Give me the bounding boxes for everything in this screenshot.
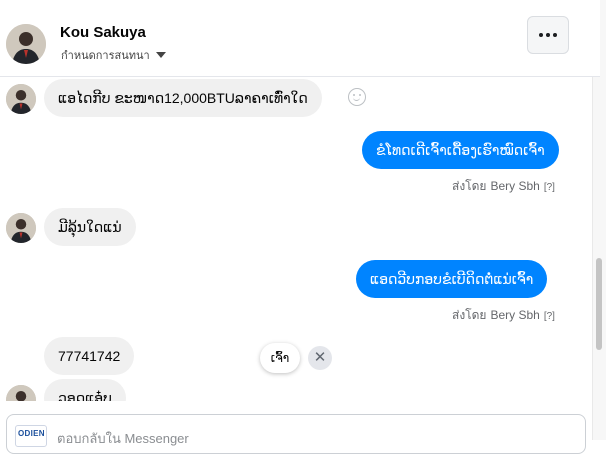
conversation-header: Kou Sakuya กำหนดการสนทนา [0,0,600,77]
outgoing-message-bubble[interactable]: ຂໍໂທດເດີເຈົ້າເດື້ອງເຮົາໝົດເຈົ້າ [362,131,559,169]
reply-composer[interactable]: ODIEN [6,414,586,454]
sender-name: Bery Sbh [490,179,540,193]
caret-down-icon [155,52,166,58]
help-link[interactable]: [?] [544,182,555,193]
conversation-settings-label: กำหนดการสนทนา [61,50,150,62]
sent-by-label: ส่งโดย [452,308,487,322]
sent-by-line: ส่งโดย Bery Sbh [?] [452,177,555,196]
help-link[interactable]: [?] [544,311,555,322]
reply-input[interactable] [57,430,557,446]
page-logo-text: ODIEN [18,429,45,438]
page-logo-icon: ODIEN [15,425,47,447]
more-dots-icon [539,33,543,37]
sent-by-line: ส่งโดย Bery Sbh [?] [452,306,555,325]
contact-avatar[interactable] [6,24,46,64]
contact-avatar-small [6,84,36,114]
close-icon[interactable]: ✕ [308,346,332,370]
scrollbar-thumb[interactable] [596,258,602,350]
incoming-message-bubble[interactable]: ວອດແອ໋ບ [44,379,126,401]
incoming-message-bubble[interactable]: ມີລຸ້ນໃດແນ່ [44,208,136,246]
contact-avatar-small [6,385,36,401]
contact-avatar-small [6,213,36,243]
sent-by-label: ส่งโดย [452,179,487,193]
outgoing-message-bubble[interactable]: ແອດວີບກອບຂໍເບີດິດຕໍ່ແນ່ເຈົ້າ [356,260,548,298]
conversation-settings-dropdown[interactable]: กำหนดการสนทนา [61,46,166,64]
more-options-button[interactable] [527,16,569,54]
smiley-icon[interactable] [348,88,366,106]
incoming-message-bubble[interactable]: 77741742 [44,337,135,375]
quick-reply-chip[interactable]: ເຈົ້າ [260,343,300,373]
incoming-message-bubble[interactable]: ແອໄດກີບ ຂະໜາດ12,000BTUລາຄາເທົ່າໃດ [44,79,322,117]
sender-name: Bery Sbh [490,308,540,322]
contact-name[interactable]: Kou Sakuya [60,24,146,41]
